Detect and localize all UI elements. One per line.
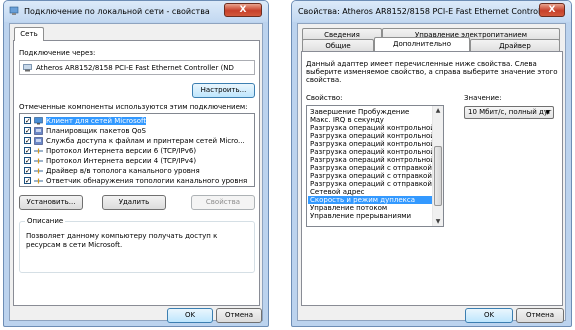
value-label: Значение: [464, 94, 502, 102]
component-label: Протокол Интернета версии 4 (TCP/IPv4) [46, 157, 197, 165]
list-item[interactable]: ✓ Ответчик обнаружения топологии канальн… [22, 177, 252, 186]
adapter-name: Atheros AR8152/8158 PCI-E Fast Ethernet … [36, 64, 234, 72]
components-list[interactable]: ✓ Клиент для сетей Microsoft ✓ Планировщ… [19, 113, 255, 187]
list-item[interactable]: Сетевой адрес [308, 188, 432, 196]
window-title: Подключение по локальной сети - свойства [24, 7, 210, 16]
intro-text-line-1: Данный адаптер имеет перечисленные ниже … [306, 60, 537, 68]
scroll-up-icon[interactable]: ▲ [433, 106, 443, 115]
lan-properties-window: Подключение по локальной сети - свойства… [3, 0, 269, 327]
component-label: Драйвер в/в тополога канального уровня [46, 167, 200, 175]
list-item[interactable]: ✓ Служба доступа к файлам и принтерам се… [22, 137, 252, 146]
list-item[interactable]: Макс. IRQ в секунду [308, 116, 432, 124]
close-button[interactable]: X [224, 3, 262, 17]
list-item[interactable]: ✓ Протокол Интернета версии 4 (TCP/IPv4) [22, 157, 252, 166]
tab-panel: Данный адаптер имеет перечисленные ниже … [301, 51, 563, 306]
service-icon [34, 137, 43, 145]
list-item[interactable]: Разгрузка операций контрольной су [308, 132, 432, 140]
property-label: Свойство: [306, 94, 343, 102]
components-label: Отмеченные компоненты используются этим … [19, 103, 248, 111]
list-item[interactable]: Разгрузка операций с отправкой бо [308, 172, 432, 180]
configure-button[interactable]: Настроить... [192, 83, 255, 98]
list-item[interactable]: Разгрузка операций контрольной су [308, 140, 432, 148]
list-item[interactable]: Разгрузка операций с отправкой бо [308, 164, 432, 172]
list-item-selected[interactable]: Скорость и режим дуплекса [308, 196, 432, 204]
component-checkbox[interactable]: ✓ [24, 137, 31, 145]
install-button[interactable]: Установить... [19, 195, 83, 210]
chevron-down-icon: ▼ [545, 109, 550, 116]
list-item[interactable]: Разгрузка операций контрольной су [308, 156, 432, 164]
component-checkbox[interactable]: ✓ [24, 147, 31, 155]
protocol-icon [34, 178, 43, 184]
protocol-icon [34, 158, 43, 164]
window-title: Свойства: Atheros AR8152/8158 PCI-E Fast… [298, 7, 564, 16]
list-item[interactable]: Разгрузка операций с отправкой бо [308, 180, 432, 188]
tab-network[interactable]: Сеть [14, 27, 44, 41]
component-label: Ответчик обнаружения топологии канальног… [46, 177, 248, 185]
list-item[interactable]: Управление потоком [308, 204, 432, 212]
dialog-body: Сеть Подключение через: Atheros AR8152/8… [9, 23, 263, 323]
ok-button[interactable]: OK [167, 308, 213, 323]
dialog-body: Сведения Управление электропитанием Общи… [297, 23, 566, 323]
network-client-icon [34, 117, 43, 125]
list-item[interactable]: ✓ Протокол Интернета версии 6 (TCP/IPv6) [22, 147, 252, 156]
connect-using-label: Подключение через: [19, 49, 96, 57]
service-icon [34, 127, 43, 135]
component-label: Протокол Интернета версии 6 (TCP/IPv6) [46, 147, 197, 155]
description-group: Описание Позволяет данному компьютеру по… [19, 217, 255, 273]
description-text-line-2: ресурсам в сети Microsoft. [26, 241, 123, 249]
component-checkbox[interactable]: ✓ [24, 157, 31, 165]
properties-button[interactable]: Свойства [191, 195, 255, 210]
intro-text-line-3: свойства. [306, 76, 342, 84]
close-button[interactable]: X [539, 3, 565, 17]
description-title: Описание [25, 217, 66, 225]
adapter-properties-window: Свойства: Atheros AR8152/8158 PCI-E Fast… [291, 0, 572, 327]
value-combobox[interactable]: 10 Мбит/с, полный дуг ▼ [464, 106, 554, 119]
list-item[interactable]: ✓ Планировщик пакетов QoS [22, 127, 252, 136]
network-card-icon [23, 64, 32, 72]
tab-general[interactable]: Общие [302, 39, 374, 51]
intro-text-line-2: выберите изменяемое свойство, а справа в… [306, 68, 558, 76]
scroll-down-icon[interactable]: ▼ [433, 217, 443, 226]
property-list-scrollbar[interactable]: ▲ ▼ [432, 106, 443, 226]
protocol-icon [34, 168, 43, 174]
description-text-line-1: Позволяет данному компьютеру получать до… [26, 232, 218, 240]
cancel-button[interactable]: Отмена [216, 308, 262, 323]
list-item[interactable]: ✓ Драйвер в/в тополога канального уровня [22, 167, 252, 176]
component-label: Планировщик пакетов QoS [46, 127, 146, 135]
property-list[interactable]: Завершение Пробуждение Макс. IRQ в секун… [306, 105, 444, 227]
component-checkbox[interactable]: ✓ [24, 117, 31, 125]
ok-button[interactable]: OK [465, 308, 513, 323]
list-item[interactable]: Разгрузка операций контрольной су [308, 148, 432, 156]
scroll-thumb[interactable] [434, 146, 442, 206]
remove-button[interactable]: Удалить [102, 195, 166, 210]
component-label: Служба доступа к файлам и принтерам сете… [46, 137, 245, 145]
list-item[interactable]: Завершение Пробуждение [308, 108, 432, 116]
value-selected: 10 Мбит/с, полный дуг [468, 108, 552, 116]
component-checkbox[interactable]: ✓ [24, 127, 31, 135]
tab-driver[interactable]: Драйвер [470, 39, 560, 51]
adapter-field: Atheros AR8152/8158 PCI-E Fast Ethernet … [19, 60, 255, 75]
component-label: Клиент для сетей Microsoft [46, 117, 147, 125]
protocol-icon [34, 148, 43, 154]
network-adapter-icon [9, 6, 19, 15]
component-checkbox[interactable]: ✓ [24, 167, 31, 175]
title-bar[interactable]: Подключение по локальной сети - свойства… [4, 1, 268, 22]
component-checkbox[interactable]: ✓ [24, 177, 31, 185]
tab-panel: Подключение через: Atheros AR8152/8158 P… [13, 40, 260, 306]
list-item[interactable]: ✓ Клиент для сетей Microsoft [22, 117, 252, 126]
cancel-button[interactable]: Отмена [516, 308, 564, 323]
tab-advanced[interactable]: Дополнительно [374, 37, 470, 51]
title-bar[interactable]: Свойства: Atheros AR8152/8158 PCI-E Fast… [292, 1, 571, 22]
list-item[interactable]: Разгрузка операций контрольной су [308, 124, 432, 132]
list-item[interactable]: Управление прерываниями [308, 212, 432, 220]
